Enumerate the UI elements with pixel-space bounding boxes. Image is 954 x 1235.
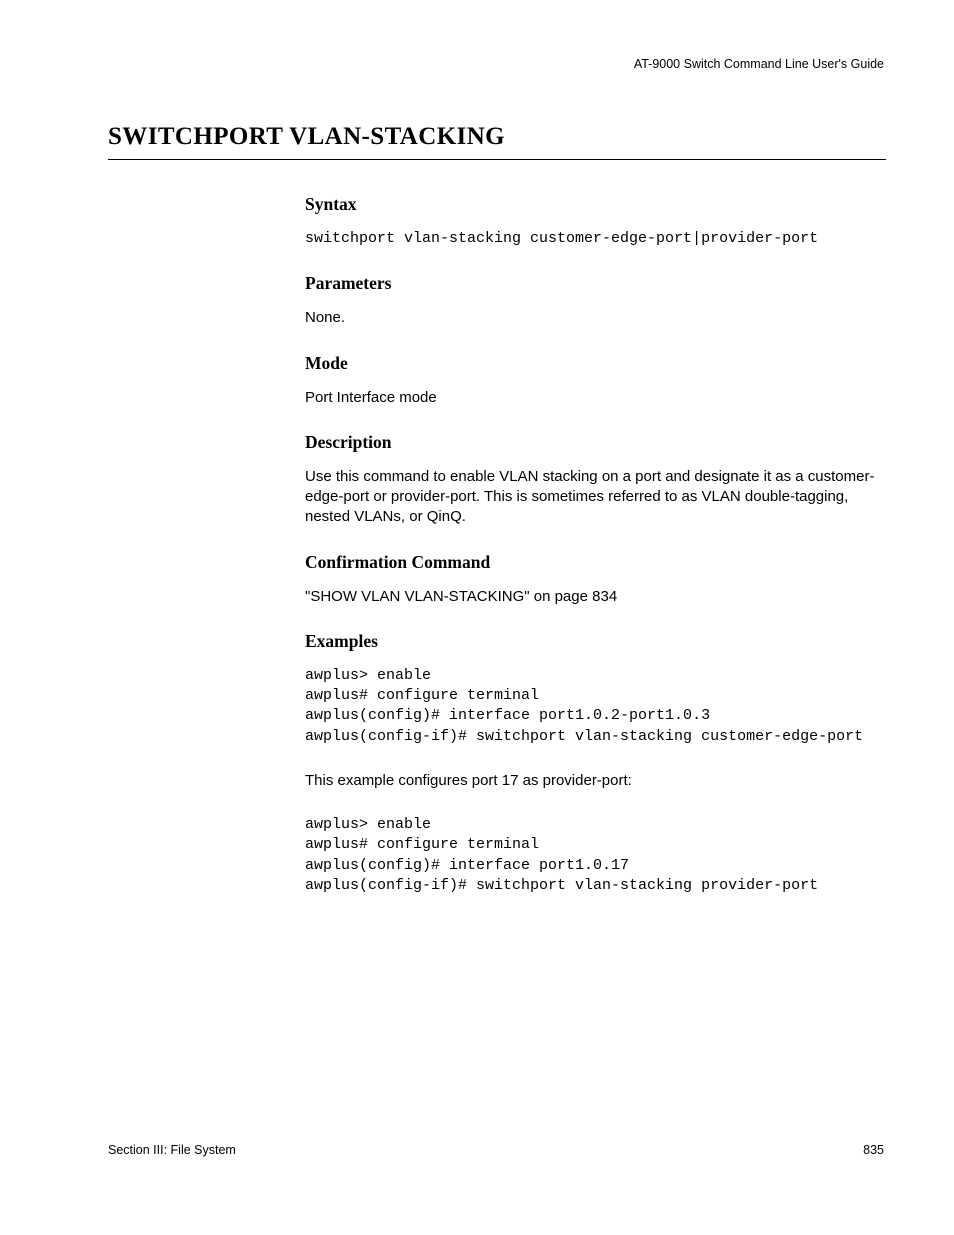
- page-title: SWITCHPORT VLAN-STACKING: [108, 123, 886, 160]
- mode-heading: Mode: [305, 353, 886, 374]
- syntax-code: switchport vlan-stacking customer-edge-p…: [305, 229, 886, 249]
- confirmation-heading: Confirmation Command: [305, 552, 886, 573]
- parameters-heading: Parameters: [305, 273, 886, 294]
- examples-heading: Examples: [305, 631, 886, 652]
- description-text: Use this command to enable VLAN stacking…: [305, 467, 886, 528]
- syntax-heading: Syntax: [305, 194, 886, 215]
- confirmation-text: "SHOW VLAN VLAN-STACKING" on page 834: [305, 587, 886, 607]
- footer-page-number: 835: [863, 1143, 884, 1157]
- content-area: Syntax switchport vlan-stacking customer…: [305, 194, 886, 896]
- description-heading: Description: [305, 432, 886, 453]
- footer-section: Section III: File System: [108, 1143, 236, 1157]
- document-header: AT-9000 Switch Command Line User's Guide: [108, 57, 886, 71]
- mode-text: Port Interface mode: [305, 388, 886, 408]
- parameters-text: None.: [305, 308, 886, 328]
- examples-code-1: awplus> enable awplus# configure termina…: [305, 666, 886, 747]
- examples-intro-2: This example configures port 17 as provi…: [305, 771, 886, 791]
- examples-code-2: awplus> enable awplus# configure termina…: [305, 815, 886, 896]
- page-footer: Section III: File System 835: [108, 1143, 884, 1157]
